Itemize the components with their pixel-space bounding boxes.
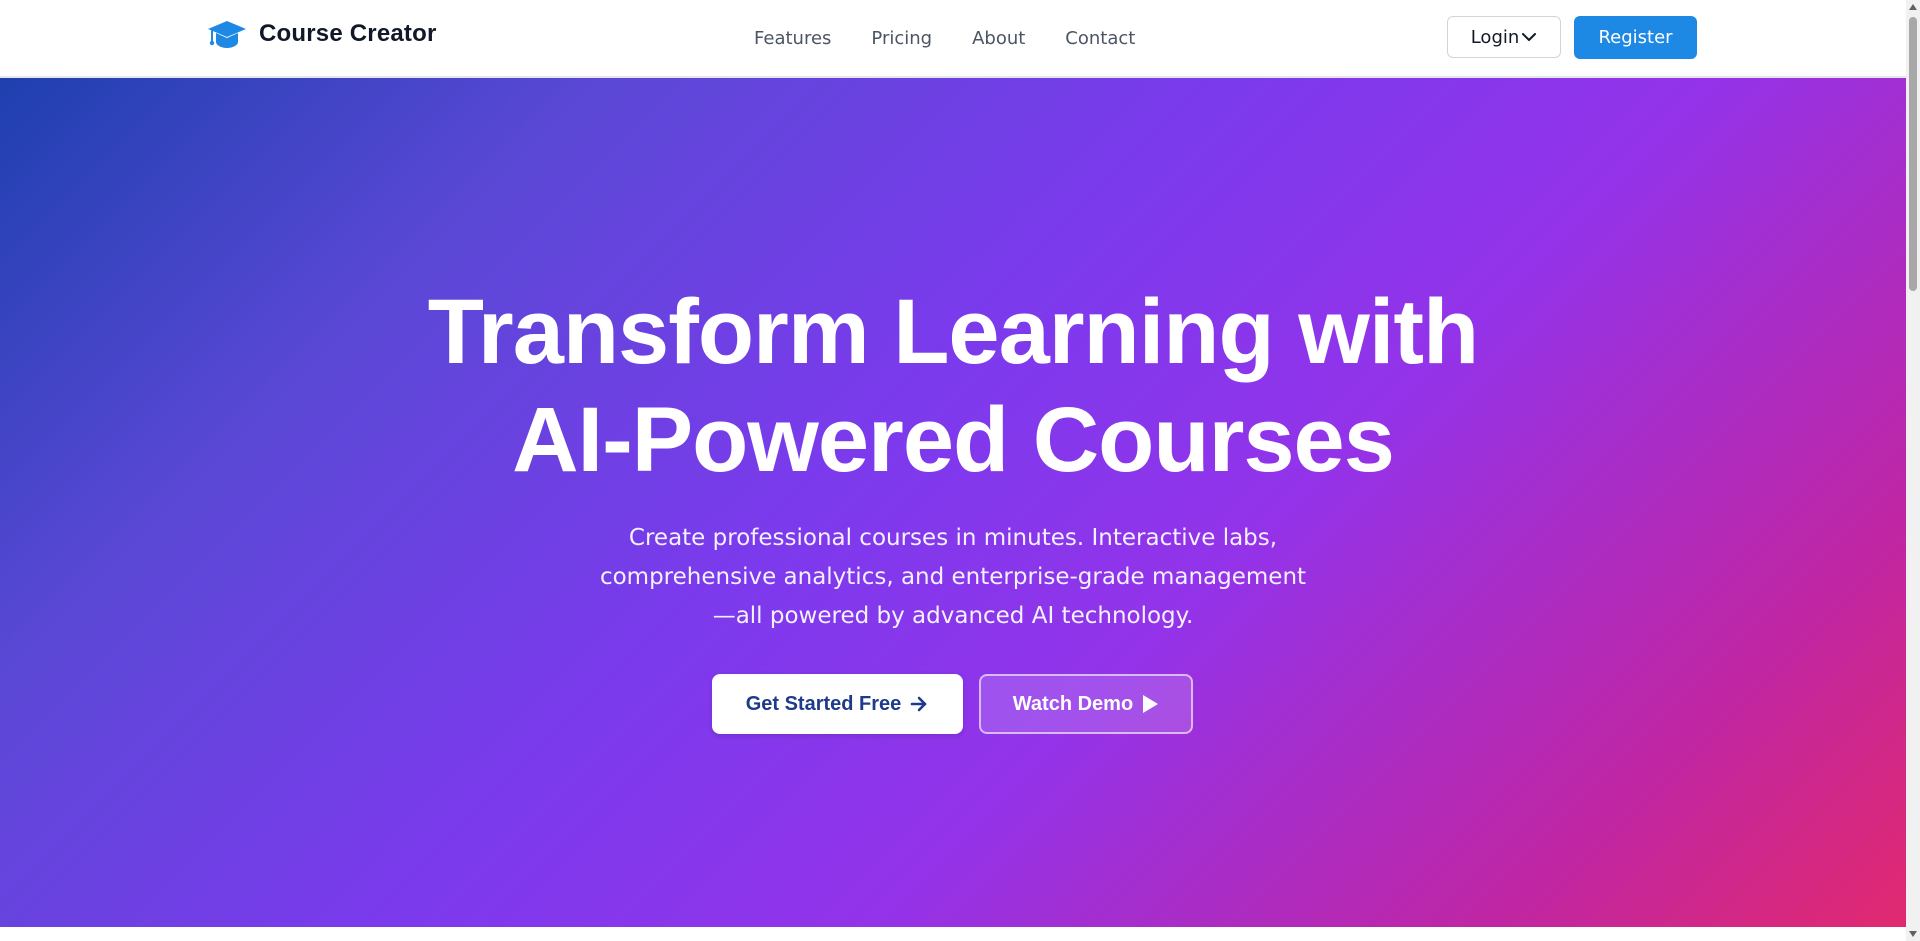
- hero-title-line: AI-Powered Courses: [512, 389, 1395, 491]
- login-label: Login: [1470, 26, 1520, 48]
- nav-links: Features Pricing About Contact: [754, 0, 1135, 76]
- login-dropdown-button[interactable]: Login: [1447, 16, 1561, 58]
- navbar: Course Creator Features Pricing About Co…: [0, 0, 1906, 78]
- hero-subtitle: Create professional courses in minutes. …: [0, 519, 1906, 636]
- nav-link-features[interactable]: Features: [754, 28, 831, 49]
- brand-logo[interactable]: Course Creator: [207, 18, 437, 50]
- nav-link-about[interactable]: About: [972, 28, 1025, 49]
- brand-name: Course Creator: [259, 20, 437, 47]
- watch-demo-label: Watch Demo: [1012, 692, 1134, 715]
- chevron-down-icon: [1522, 33, 1537, 41]
- hero-subtitle-line: —all powered by advanced AI technology.: [712, 603, 1194, 629]
- register-button[interactable]: Register: [1574, 16, 1697, 59]
- scroll-down-arrow-icon[interactable]: [1906, 927, 1920, 941]
- hero-title: Transform Learning with AI-Powered Cours…: [0, 278, 1906, 494]
- nav-link-pricing[interactable]: Pricing: [871, 28, 932, 49]
- get-started-label: Get Started Free: [745, 692, 902, 715]
- hero-title-line: Transform Learning with: [427, 281, 1479, 383]
- register-label: Register: [1598, 27, 1673, 48]
- play-icon: [1143, 695, 1159, 713]
- watch-demo-button[interactable]: Watch Demo: [979, 674, 1193, 734]
- page-bottom-strip: [0, 927, 1906, 941]
- get-started-button[interactable]: Get Started Free: [712, 674, 963, 734]
- hero-section: Transform Learning with AI-Powered Cours…: [0, 78, 1906, 927]
- scroll-up-arrow-icon[interactable]: [1906, 0, 1920, 14]
- vertical-scrollbar[interactable]: [1906, 0, 1920, 941]
- hero-subtitle-line: Create professional courses in minutes. …: [628, 525, 1278, 551]
- scrollbar-thumb[interactable]: [1909, 17, 1917, 291]
- hero-subtitle-line: comprehensive analytics, and enterprise-…: [599, 564, 1307, 590]
- nav-link-contact[interactable]: Contact: [1065, 28, 1135, 49]
- arrow-right-icon: [910, 696, 927, 712]
- graduation-cap-icon: [208, 21, 246, 48]
- page: Course Creator Features Pricing About Co…: [0, 0, 1920, 941]
